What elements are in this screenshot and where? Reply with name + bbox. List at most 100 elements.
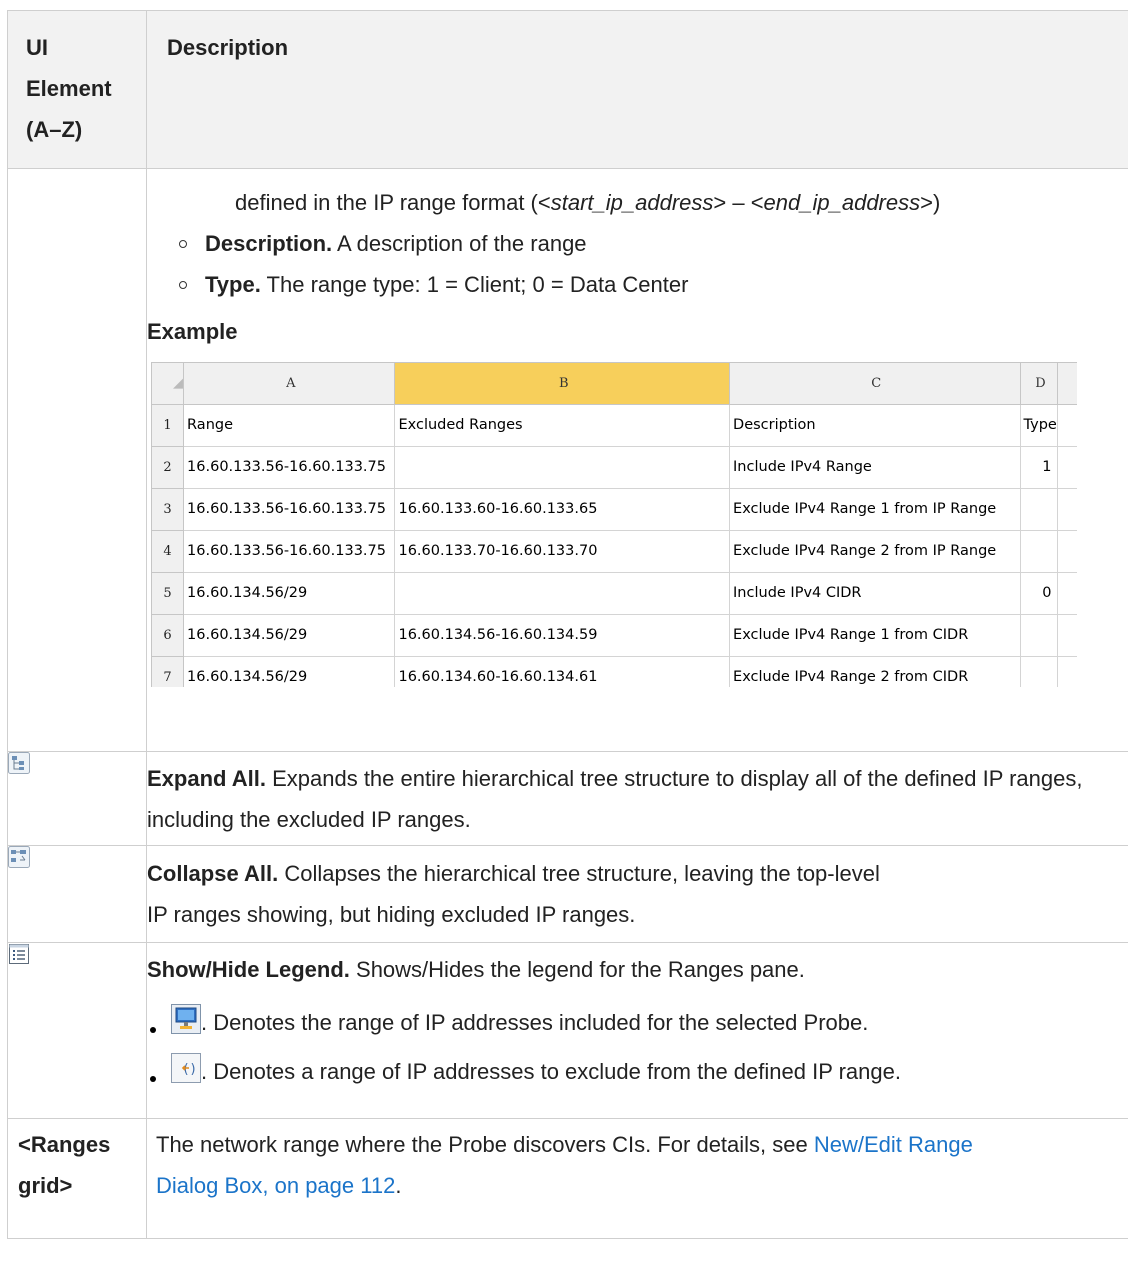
cell-description[interactable]: Include IPv4 CIDR [729,572,1021,615]
included-range-text: . Denotes the range of IP addresses incl… [201,1010,869,1035]
table-row: defined in the IP range format (<start_i… [7,168,1128,752]
element-cell [7,751,147,846]
row-header[interactable]: 5 [151,572,185,615]
ranges-grid-text: The network range where the Probe discov… [156,1132,814,1157]
cell-empty[interactable] [1057,530,1077,573]
cell-excluded-range[interactable]: 16.60.133.60-16.60.133.65 [394,488,731,531]
collapse-all-description: Collapse All. Collapses the hierarchical… [146,845,1128,943]
ranges-grid-label: <Ranges grid> [7,1118,147,1239]
cell-excluded-range[interactable]: 16.60.133.70-16.60.133.70 [394,530,731,573]
row-header[interactable]: 6 [151,614,185,657]
example-heading: Example [147,319,238,344]
cell-range[interactable]: 16.60.133.56-16.60.133.75 [183,530,396,573]
excluded-range-icon: () [171,1053,201,1096]
spreadsheet-row: 2 16.60.133.56-16.60.133.75 Include IPv4 R… [151,446,1077,489]
legend-description: Show/Hide Legend. Shows/Hides the legend… [146,942,1128,1119]
cell-description[interactable]: Exclude IPv4 Range 1 from IP Range [729,488,1021,531]
row-header[interactable]: 1 [151,404,185,447]
spreadsheet-row: 6 16.60.134.56/29 16.60.134.56-16.60.134.5… [151,614,1077,657]
column-header-a[interactable]: A [183,362,396,405]
start-ip-placeholder: start_ip_address [550,190,714,215]
cell-empty[interactable] [1057,614,1077,657]
table-row: Collapse All. Collapses the hierarchical… [7,845,1128,943]
list-item: . Denotes the range of IP addresses incl… [147,1002,1128,1047]
cell-description[interactable]: Include IPv4 Range [729,446,1021,489]
cell-description[interactable]: Exclude IPv4 Range 1 from CIDR [729,614,1021,657]
cell-range[interactable]: 16.60.134.56/29 [183,656,396,687]
row-header[interactable]: 4 [151,530,185,573]
type-term: Type. [205,272,261,297]
cell-description[interactable]: Exclude IPv4 Range 2 from CIDR [729,656,1021,687]
list-item: Type. The range type: 1 = Client; 0 = Da… [147,264,1128,305]
cell-excluded-range[interactable]: 16.60.134.60-16.60.134.61 [394,656,731,687]
collapse-all-text: Collapses the hierarchical tree structur… [278,861,880,886]
cell-empty[interactable] [1057,446,1077,489]
spreadsheet-row: 1 Range Excluded Ranges Description Type [151,404,1077,447]
new-edit-range-link[interactable]: New/Edit Range [814,1132,973,1157]
cell-excluded-range[interactable]: Excluded Ranges [394,404,731,447]
cell-excluded-range[interactable] [394,572,731,615]
cell-type[interactable] [1019,488,1059,531]
cell-range[interactable]: Range [183,404,396,447]
cell-range[interactable]: 16.60.133.56-16.60.133.75 [183,446,396,489]
cell-type[interactable]: 0 [1019,572,1059,615]
type-text: The range type: 1 = Client; 0 = Data Cen… [260,272,689,297]
row-header[interactable]: 2 [151,446,185,489]
header-ui-element: UI Element (A–Z) [7,10,147,169]
spreadsheet-grid: ◢ A B C D 1 Range Excluded Ranges Descripti… [151,362,1077,687]
cell-empty[interactable] [1057,572,1077,615]
table-row: Expand All. Expands the entire hierarchi… [7,751,1128,846]
description-text: A description of the range [332,231,587,256]
collapse-all-line1: Collapse All. Collapses the hierarchical… [147,853,1128,894]
cell-excluded-range[interactable]: 16.60.134.56-16.60.134.59 [394,614,731,657]
collapse-all-icon[interactable] [8,846,30,873]
ip-range-format-line: defined in the IP range format (<start_i… [147,182,1128,223]
new-edit-range-link-cont[interactable]: Dialog Box, on page 112 [156,1173,395,1198]
cell-type[interactable] [1019,656,1059,687]
select-all-corner[interactable]: ◢ [151,362,185,405]
cell-range[interactable]: 16.60.133.56-16.60.133.75 [183,488,396,531]
cell-type[interactable] [1019,530,1059,573]
table-header-row: UI Element (A–Z) Description [7,10,1128,169]
cell-type[interactable] [1019,614,1059,657]
row-header[interactable]: 3 [151,488,185,531]
cell-excluded-range[interactable] [394,446,731,489]
cell-empty[interactable] [1057,656,1077,687]
row-header[interactable]: 7 [151,656,185,687]
cell-type[interactable]: 1 [1019,446,1059,489]
legend-text: Shows/Hides the legend for the Ranges pa… [349,957,805,982]
header-element-word: Element [26,76,112,101]
legend-icon[interactable] [8,943,30,970]
ranges-grid-label-line1: <Ranges [18,1132,111,1157]
ranges-grid-description: The network range where the Probe discov… [146,1118,1128,1239]
cell-empty[interactable] [1057,404,1077,447]
header-description: Description [146,10,1128,169]
legend-term: Show/Hide Legend. [147,957,350,982]
header-ui-word: UI [26,35,48,60]
cell-range[interactable]: 16.60.134.56/29 [183,614,396,657]
expand-all-icon[interactable] [8,752,30,779]
cell-empty[interactable] [1057,488,1077,531]
column-header-b[interactable]: B [394,362,731,405]
description-term: Description. [205,231,333,256]
ranges-grid-end: . [395,1173,402,1198]
example-spreadsheet: ◢ A B C D 1 Range Excluded Ranges Descripti… [151,362,1077,687]
ui-elements-table: UI Element (A–Z) Description defined in … [7,10,1128,1239]
column-header-e[interactable] [1057,362,1077,405]
cell-type[interactable]: Type [1019,404,1059,447]
element-cell [7,942,147,1119]
svg-text:): ) [190,1062,195,1077]
spreadsheet-row: 5 16.60.134.56/29 Include IPv4 CIDR 0 [151,572,1077,615]
cell-range[interactable]: 16.60.134.56/29 [183,572,396,615]
cell-description[interactable]: Exclude IPv4 Range 2 from IP Range [729,530,1021,573]
format-prefix: defined in the IP range format (< [235,190,551,215]
collapse-all-term: Collapse All. [147,861,279,886]
column-header-c[interactable]: C [729,362,1021,405]
expand-all-text: Expands the entire hierarchical tree str… [147,766,1083,832]
column-header-d[interactable]: D [1019,362,1059,405]
excluded-range-text: . Denotes a range of IP addresses to exc… [201,1059,901,1084]
cell-description[interactable]: Description [729,404,1021,447]
spreadsheet-column-headers: ◢ A B C D [151,362,1077,405]
included-range-icon [171,1004,201,1047]
header-az-word: (A–Z) [26,117,83,142]
